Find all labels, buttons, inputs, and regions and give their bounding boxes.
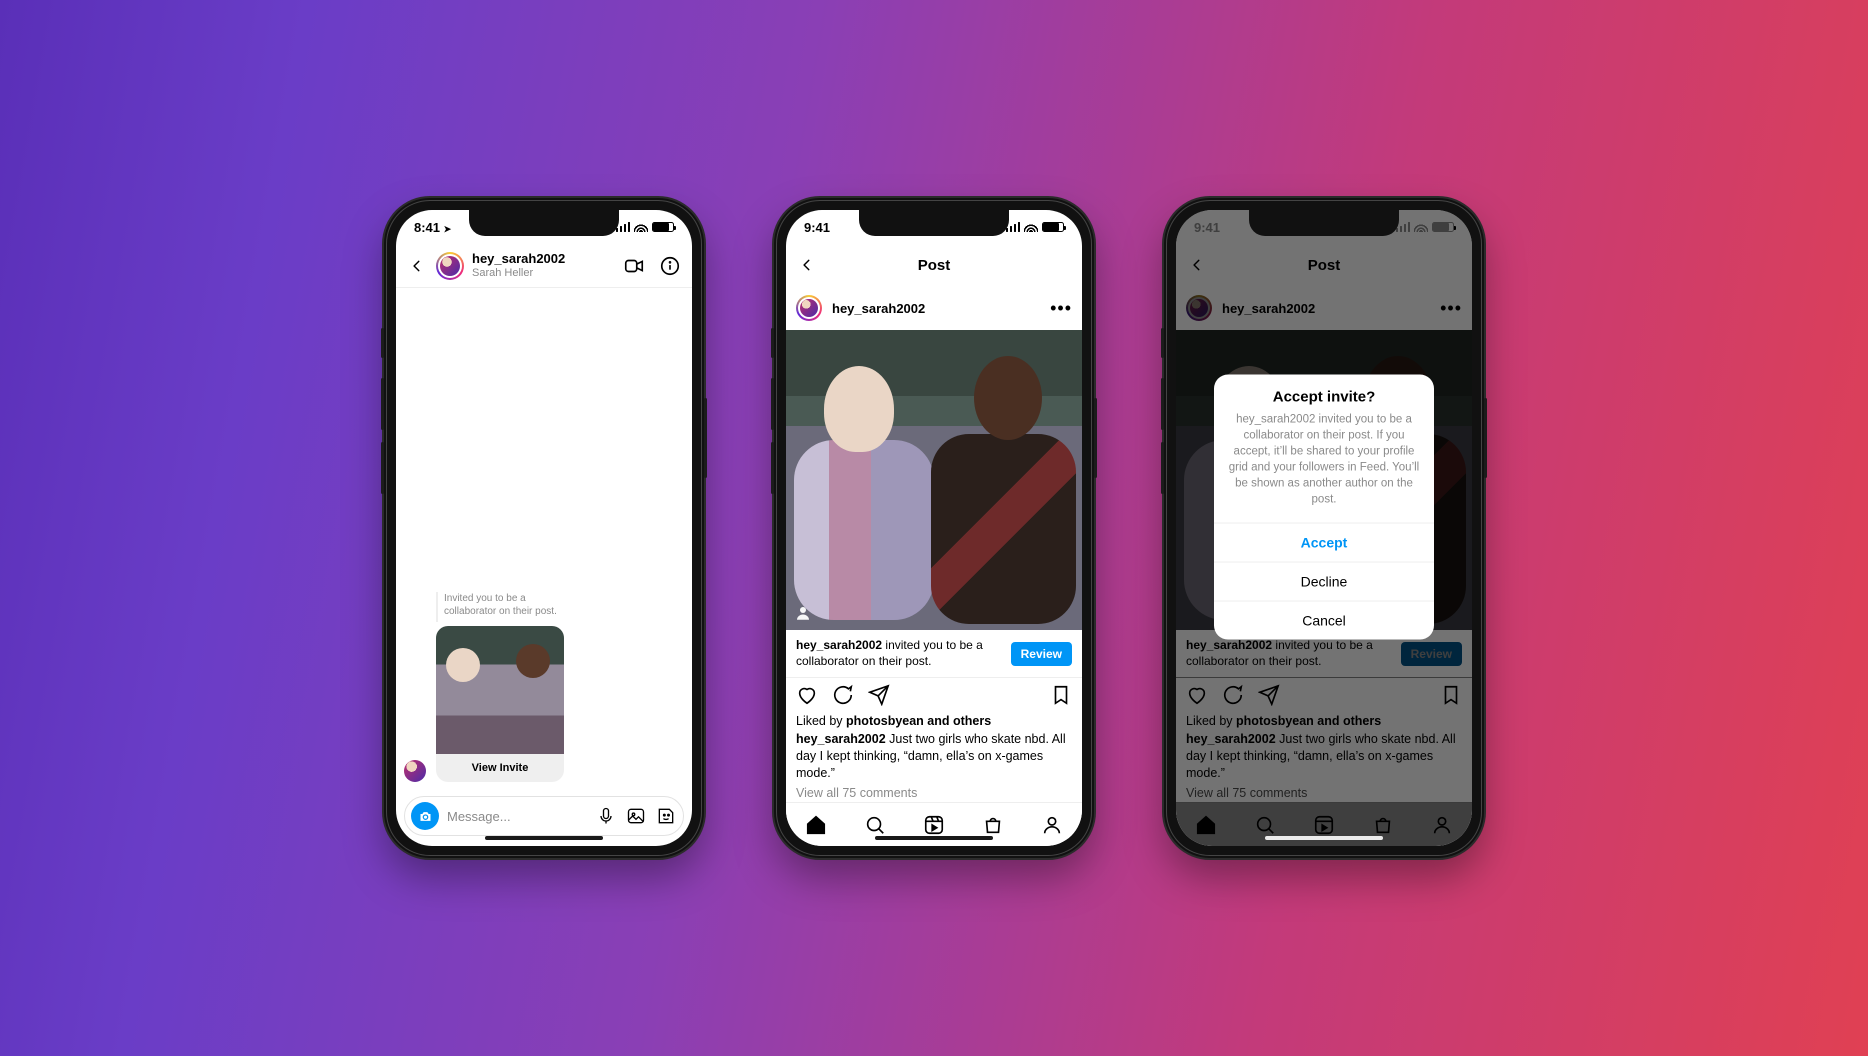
post-username[interactable]: hey_sarah2002 <box>832 301 1040 316</box>
post-header: Post <box>786 244 1082 286</box>
accept-invite-modal: Accept invite? hey_sarah2002 invited you… <box>1214 375 1434 640</box>
accept-button[interactable]: Accept <box>1214 522 1434 561</box>
info-icon[interactable] <box>658 254 682 278</box>
caption: hey_sarah2002 Just two girls who skate n… <box>796 731 1072 782</box>
location-arrow-icon: ➤ <box>444 224 452 234</box>
dm-fullname: Sarah Heller <box>472 267 610 280</box>
reels-tab-icon[interactable] <box>923 814 945 836</box>
share-icon[interactable] <box>868 684 890 706</box>
back-button[interactable] <box>406 255 428 277</box>
gallery-icon[interactable] <box>625 805 647 827</box>
sticker-icon[interactable] <box>655 805 677 827</box>
search-tab-icon[interactable] <box>864 814 886 836</box>
battery-icon <box>652 222 674 232</box>
tagged-people-icon[interactable] <box>794 604 812 622</box>
battery-icon <box>1042 222 1064 232</box>
invite-text: Invited you to be a collaborator on thei… <box>436 592 576 622</box>
post-image[interactable] <box>786 330 1082 630</box>
review-button[interactable]: Review <box>1011 642 1072 666</box>
like-icon[interactable] <box>796 684 818 706</box>
status-time: 8:41 <box>414 220 440 235</box>
comment-icon[interactable] <box>832 684 854 706</box>
collab-invite-card: Invited you to be a collaborator on thei… <box>436 592 576 782</box>
status-time: 9:41 <box>804 220 830 235</box>
cancel-button[interactable]: Cancel <box>1214 600 1434 639</box>
phone-post: 9:41 Post hey_sarah2002 ••• hey_sarah200… <box>774 198 1094 858</box>
post-actions <box>786 678 1082 712</box>
collab-review-bar: hey_sarah2002 invited you to be a collab… <box>786 630 1082 678</box>
save-icon[interactable] <box>1050 684 1072 706</box>
avatar[interactable] <box>796 295 822 321</box>
modal-title: Accept invite? <box>1214 375 1434 412</box>
message-input[interactable]: Message... <box>447 809 587 824</box>
likes-row[interactable]: Liked by photosbyean and others <box>796 714 1072 728</box>
dm-username[interactable]: hey_sarah2002 <box>472 252 610 267</box>
message-composer: Message... <box>404 796 684 836</box>
view-invite-button[interactable]: View Invite <box>436 754 564 782</box>
sender-avatar[interactable] <box>404 760 426 782</box>
voice-icon[interactable] <box>595 805 617 827</box>
dm-header: hey_sarah2002 Sarah Heller <box>396 244 692 288</box>
shop-tab-icon[interactable] <box>982 814 1004 836</box>
review-user[interactable]: hey_sarah2002 <box>796 638 882 652</box>
home-tab-icon[interactable] <box>805 814 827 836</box>
profile-tab-icon[interactable] <box>1041 814 1063 836</box>
decline-button[interactable]: Decline <box>1214 561 1434 600</box>
more-options-icon[interactable]: ••• <box>1050 298 1072 319</box>
modal-body: hey_sarah2002 invited you to be a collab… <box>1214 412 1434 523</box>
invite-thumbnail[interactable] <box>436 626 564 754</box>
phone-modal: 9:41 Post hey_sarah2002••• hey_sarah2002… <box>1164 198 1484 858</box>
page-title: Post <box>786 257 1082 274</box>
wifi-icon <box>634 222 648 232</box>
view-comments-link[interactable]: View all 75 comments <box>796 786 1072 800</box>
wifi-icon <box>1024 222 1038 232</box>
video-call-icon[interactable] <box>622 254 646 278</box>
phone-dm: 8:41 ➤ hey_sarah2002 Sarah Heller Invite… <box>384 198 704 858</box>
camera-button[interactable] <box>411 802 439 830</box>
post-author-row: hey_sarah2002 ••• <box>786 286 1082 330</box>
avatar[interactable] <box>436 252 464 280</box>
